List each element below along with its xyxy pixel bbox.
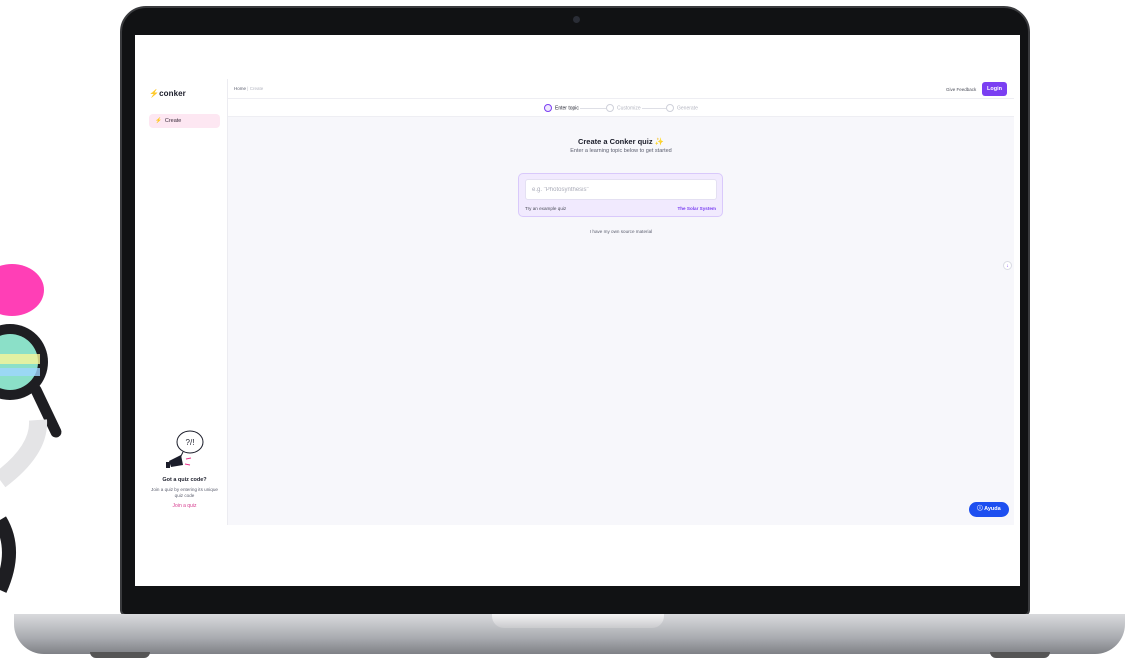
step-customize[interactable]: Customize [606, 104, 641, 112]
page-subtitle: Enter a learning topic below to get star… [570, 148, 672, 154]
step-generate[interactable]: Generate [666, 104, 698, 112]
top-bar: Home | Create Give Feedback Login [228, 79, 1014, 99]
quiz-code-title: Got a quiz code? [162, 477, 207, 483]
step-indicator-icon [606, 104, 614, 112]
sidebar: ⚡conker ⚡ Create ?/! Got a quiz code? Joi… [141, 79, 228, 525]
sidebar-item-create[interactable]: ⚡ Create [149, 114, 220, 128]
breadcrumb-home[interactable]: Home [234, 86, 246, 91]
laptop-notch [492, 614, 664, 628]
marketing-mockup: ⚡conker ⚡ Create ?/! Got a quiz code? Joi… [0, 0, 1139, 659]
laptop-screen: ⚡conker ⚡ Create ?/! Got a quiz code? Joi… [135, 35, 1020, 586]
own-source-link[interactable]: I have my own source material [228, 229, 1014, 234]
step-connector [642, 108, 666, 109]
side-panel-handle[interactable]: ↓ [1003, 261, 1012, 270]
help-circle-icon: ⓘ [977, 506, 983, 512]
example-quiz-link[interactable]: The Solar System [677, 206, 716, 211]
step-label: Customize [617, 105, 641, 112]
step-label: Enter topic [555, 105, 579, 112]
topic-input[interactable] [525, 179, 717, 200]
step-connector [580, 108, 606, 109]
camera-icon [573, 16, 580, 23]
step-label: Generate [677, 105, 698, 112]
progress-stepper: Enter topic Customize Generate [228, 99, 1014, 117]
page-title: Create a Conker quiz ✨ [228, 137, 1014, 146]
sparkle-icon: ✨ [654, 137, 665, 146]
give-feedback-link[interactable]: Give Feedback [946, 87, 976, 92]
logo-text: conker [159, 89, 186, 98]
page-title-text: Create a Conker quiz [577, 137, 653, 146]
bolt-icon: ⚡ [155, 118, 162, 124]
step-indicator-icon [666, 104, 674, 112]
join-quiz-link[interactable]: Join a quiz [141, 503, 228, 509]
conker-app: ⚡conker ⚡ Create ?/! Got a quiz code? Joi… [141, 79, 1014, 525]
main-content: Create a Conker quiz ✨ Enter a learning … [228, 117, 1014, 525]
example-quiz-label: Try an example quiz [525, 206, 567, 211]
step-indicator-icon [544, 104, 552, 112]
login-button[interactable]: Login [982, 82, 1007, 96]
mascot-illustration [0, 264, 62, 593]
quiz-code-text: Join a quiz by entering its unique quiz … [151, 487, 218, 498]
illustration-text: ?/! [186, 438, 195, 447]
laptop-foot [990, 652, 1050, 658]
logo[interactable]: ⚡conker [149, 89, 186, 98]
help-button-label: Ayuda [984, 506, 1001, 512]
breadcrumb-separator: | [247, 86, 249, 91]
step-enter-topic[interactable]: Enter topic [544, 104, 579, 112]
bolt-icon: ⚡ [149, 89, 160, 98]
topic-card: Try an example quiz The Solar System [518, 173, 723, 217]
sidebar-item-label: Create [164, 118, 182, 124]
breadcrumb: Home | Create [234, 86, 263, 91]
laptop-foot [90, 652, 150, 658]
breadcrumb-current: Create [249, 86, 264, 91]
megaphone-illustration: ?/! [166, 430, 204, 468]
help-button[interactable]: ⓘ Ayuda [969, 502, 1009, 517]
